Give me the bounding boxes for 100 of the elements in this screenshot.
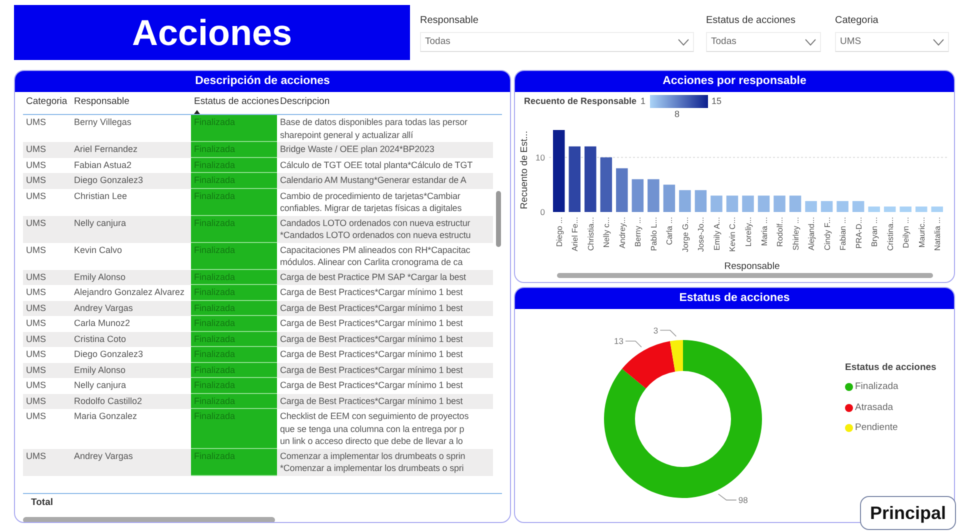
filter-label: Estatus de acciones [706,14,796,28]
table-cell-text: Cambio de procedimiento de tarjetas*Cambiar confiables. Migrar de tarjetas físicas a digitales [279,190,463,216]
tick-label: Andrey... [618,217,627,248]
table-cell: Bridge Waste / OEE plan 2024*BP2023 [277,142,493,158]
table-cell: Carga de Best Practices*Cargar mínimo 1 best [277,300,493,316]
column-header[interactable]: Estatus de acciones [191,92,277,114]
table-cell-text: UMS [25,410,47,424]
tick-label: Maria ... [760,217,769,246]
status-cell: Finalizada [191,142,277,158]
table-cell-text: Alejandro Gonzalez Alvarez [73,286,186,300]
column-header[interactable]: Responsable [71,92,191,114]
column-header[interactable]: Categoria [23,92,71,114]
legend-value: 15 [712,95,722,108]
table-cell-text: UMS [25,379,47,392]
status-cell: Finalizada [191,316,277,332]
bar [710,196,722,212]
table-cell-text: Carga de Best Practices*Cargar mínimo 1 best [279,317,464,330]
table-cell: Emily Alonso [71,362,191,378]
tick-label: Jose-Jo... [696,217,706,252]
status-cell: Finalizada [191,362,277,378]
tick-label: Mauric... [917,217,926,248]
table-cell-text: Berny Villegas [73,116,132,130]
leader-line [718,494,737,500]
scrollbar [496,191,501,248]
table-cell: Carga de best Practice PM SAP *Cargar la best [277,270,493,286]
tick-label: Loreliy... [744,217,753,247]
bar [632,179,644,212]
status-cell: Finalizada [191,378,277,394]
table-cell-text: Diego Gonzalez3 [73,348,144,362]
total-label: Total [23,493,502,510]
bar [868,206,880,212]
bar [884,206,896,212]
tick-label: 0 [540,207,545,217]
table-cell: Candados LOTO ordenados con nueva estructur *Candados LOTO ordenados con nueva estructu [277,216,493,243]
filter-label: Categoria [835,14,880,28]
dropdown[interactable]: UMS [835,32,949,52]
table-cell: Rodolfo Castillo2 [71,394,191,410]
tick-label: Pablo L... [649,217,658,251]
table-cell-text: Kevin Calvo [73,244,124,257]
axis-title: Responsable [724,261,780,272]
chevron-down-icon [933,38,944,46]
table-cell-text: UMS [25,190,47,203]
data-label: 98 [738,495,748,506]
legend-value: 8 [674,108,680,121]
status-cell: Finalizada [191,300,277,316]
legend-title: Recuento de Responsable [524,95,637,108]
tick-label: Ariel Fe... [570,217,580,252]
legend-label: Pendiente [855,420,898,435]
table-cell-text: UMS [25,286,47,300]
table-cell: UMS [23,173,71,189]
bar [616,168,628,212]
bar [742,196,754,212]
tick-label: Nelly c... [602,217,612,248]
table-cell-text: UMS [25,116,47,130]
legend-label: Finalizada [855,380,898,394]
table-cell: Andrey Vargas [71,448,191,476]
bar [648,179,660,212]
tick-label: Shirley ... [791,217,800,250]
table-cell: Cristina Coto [71,332,191,348]
tick-label: Rodolf... [776,217,785,247]
dropdown[interactable]: Todas [706,32,821,52]
table-cell-text: Carga de Best Practices*Cargar mínimo 1 best [279,286,464,300]
data-label: 3 [653,325,658,336]
status-cell: Finalizada [191,173,277,189]
table-cell-text: UMS [25,158,47,172]
table-cell: UMS [23,448,71,476]
table-cell: UMS [23,394,71,410]
legend-title: Estatus de acciones [845,361,936,375]
status-cell: Finalizada [191,216,277,243]
bar [600,157,612,212]
bar [820,201,833,212]
bar [805,201,817,212]
tick-label: Fabian ... [838,217,848,250]
bar [758,196,770,212]
table-cell: Carga de Best Practices*Cargar mínimo 1 best [277,394,493,410]
table-cell-text: Christian Lee [73,190,128,203]
bar [789,196,802,212]
status-cell: Finalizada [191,242,277,270]
bar [931,206,943,212]
tick-label: Jorge G... [680,217,690,252]
bar [852,201,864,212]
table-cell: Calendario AM Mustang*Generar estandar de A [277,173,493,189]
tick-label: Cindy F... [822,217,832,250]
dropdown[interactable]: Todas [420,32,694,52]
table-cell-text: Maria Gonzalez [73,410,138,424]
status-cell: Finalizada [191,347,277,363]
principal-button[interactable]: Principal [860,496,956,530]
color-scale [650,95,708,108]
table-cell: Ariel Fernandez [71,142,191,158]
legend-label: Atrasada [855,400,894,414]
table-cell: Diego Gonzalez3 [71,173,191,189]
status-cell: Finalizada [191,332,277,348]
tick-label: Cristina... [886,217,895,251]
table-cell-text: UMS [25,244,47,257]
status-cell: Finalizada [191,188,277,216]
status-cell: Finalizada [191,115,277,142]
table-cell: Andrey Vargas [71,300,191,316]
bar [679,190,691,212]
tick-label: Kevin C... [728,217,738,252]
tick-label: Emily A... [712,217,722,250]
